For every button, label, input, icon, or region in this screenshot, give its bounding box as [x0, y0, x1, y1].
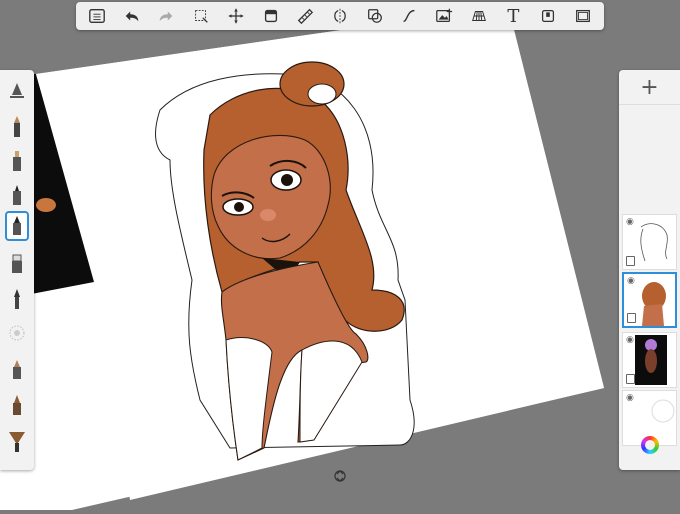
- ruler-brush-icon[interactable]: [5, 76, 29, 106]
- layers-panel: + ◉ ◉ ◉ ◉: [619, 70, 680, 470]
- ballpoint-pen-icon[interactable]: [5, 211, 29, 241]
- crop-icon[interactable]: [258, 4, 284, 28]
- perspective-grid-icon[interactable]: [466, 4, 492, 28]
- blender-icon[interactable]: [5, 354, 29, 384]
- airbrush-icon[interactable]: [5, 284, 29, 314]
- layer-thumbnail-reference[interactable]: ◉: [622, 332, 677, 388]
- fan-brush-icon[interactable]: [5, 426, 29, 456]
- marker-icon[interactable]: [5, 146, 29, 176]
- transform-icon[interactable]: [223, 4, 249, 28]
- curve-icon[interactable]: [396, 4, 422, 28]
- smudge-icon[interactable]: [5, 318, 29, 348]
- drawing-canvas[interactable]: [0, 0, 680, 510]
- shapes-icon[interactable]: [362, 4, 388, 28]
- layer-thumbnail-lineart[interactable]: ◉: [622, 214, 677, 270]
- layer-thumbnail-color[interactable]: ◉: [622, 272, 677, 328]
- add-layer-button[interactable]: +: [619, 70, 680, 105]
- color-fill-icon[interactable]: [535, 4, 561, 28]
- pencil-icon[interactable]: [5, 112, 29, 142]
- redo-icon[interactable]: [153, 4, 179, 28]
- image-import-icon[interactable]: [431, 4, 457, 28]
- undo-icon[interactable]: [119, 4, 145, 28]
- layer-list-icon[interactable]: [84, 4, 110, 28]
- text-tool-glyph: T: [507, 5, 520, 27]
- felt-pen-icon[interactable]: [5, 180, 29, 210]
- color-picker-icon[interactable]: [641, 436, 659, 454]
- text-icon[interactable]: T: [500, 4, 526, 28]
- brush-palette: [0, 70, 34, 470]
- chalk-icon[interactable]: [5, 390, 29, 420]
- expand-handle-icon[interactable]: [331, 468, 349, 484]
- top-toolbar: T: [76, 2, 604, 30]
- fullscreen-icon[interactable]: [570, 4, 596, 28]
- paint-brush-icon[interactable]: [5, 248, 29, 278]
- artwork: [0, 6, 604, 510]
- ruler-icon[interactable]: [292, 4, 318, 28]
- selection-icon[interactable]: [188, 4, 214, 28]
- symmetry-icon[interactable]: [327, 4, 353, 28]
